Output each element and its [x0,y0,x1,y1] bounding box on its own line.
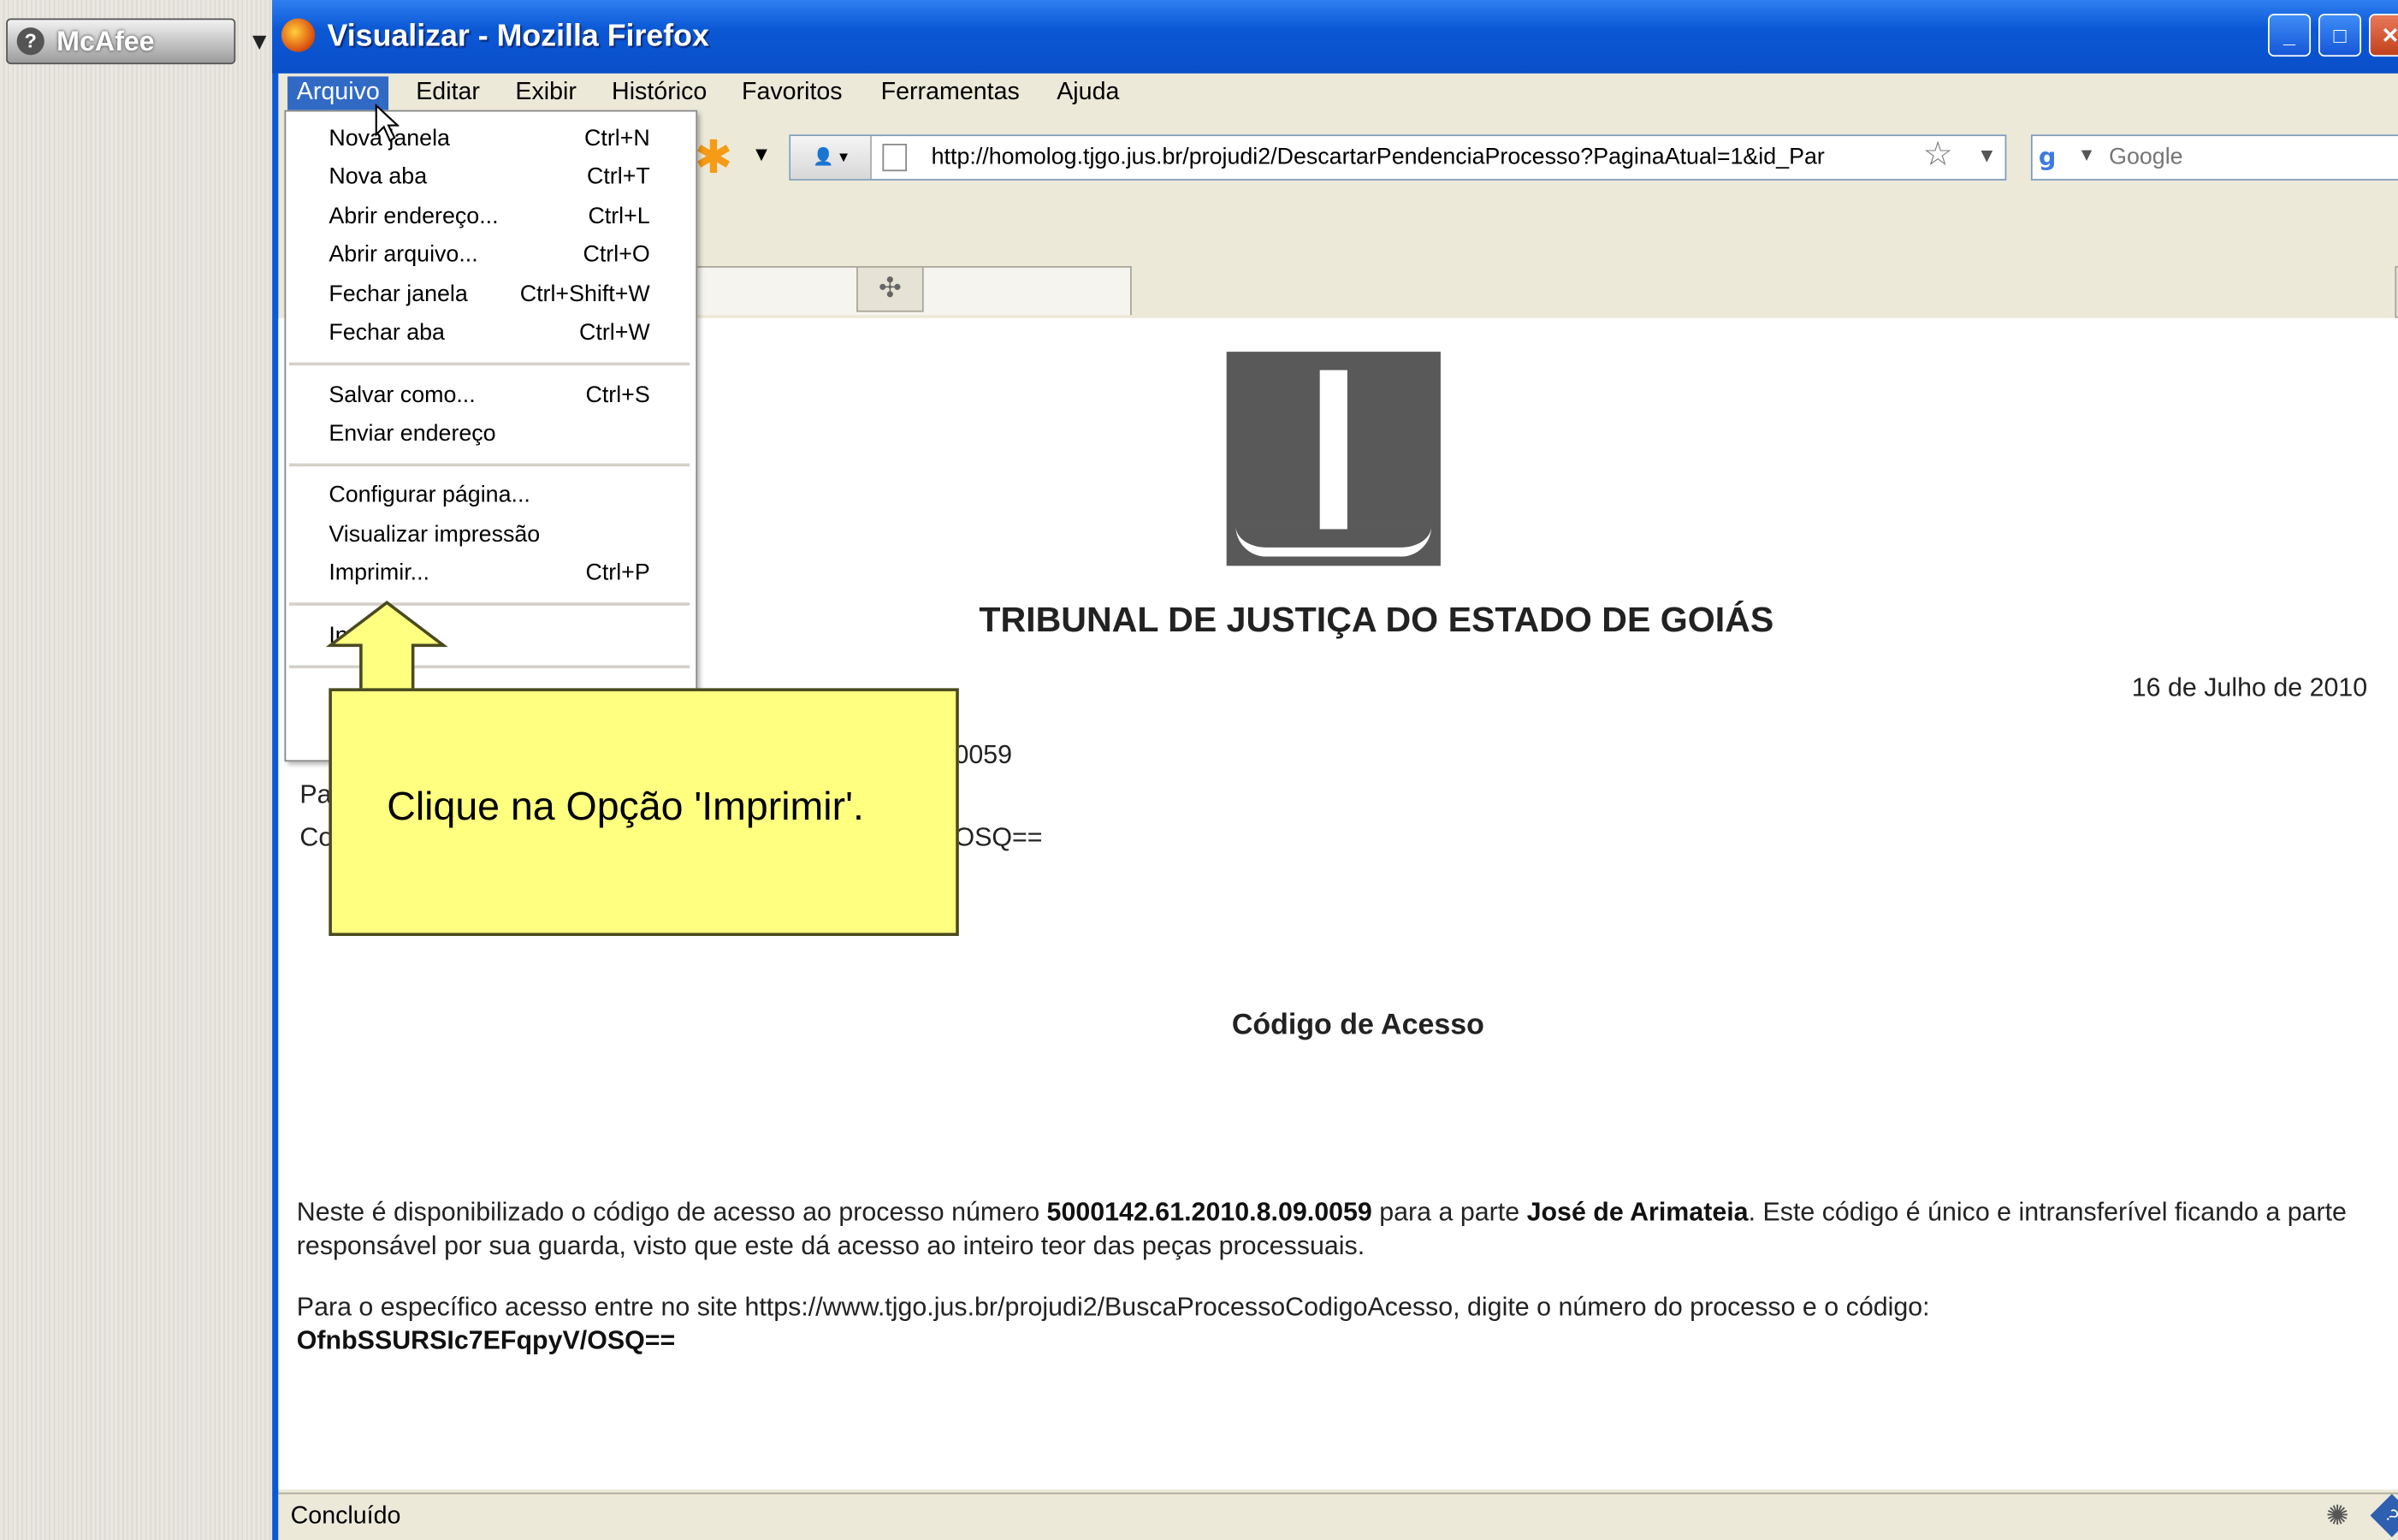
url-text[interactable]: http://homolog.tjgo.jus.br/projudi2/Desc… [932,144,1910,169]
chevron-down-icon[interactable]: ▼ [2081,148,2092,163]
menu-item-visualizar-impressao[interactable]: Visualizar impressão [286,517,696,554]
menu-item-label: Fechar aba [329,319,445,346]
menu-item-imprimir[interactable]: Imprimir... Ctrl+P [286,555,696,592]
menu-item-shortcut: Ctrl+S [585,382,650,409]
search-box[interactable]: g ▼ ⌕ [2030,134,2398,181]
access-code: OfnbSSURSIc7EFqpyV/OSQ== [296,1325,676,1355]
menu-editar[interactable]: Editar [407,76,489,110]
status-text: Concluído [290,1503,401,1530]
google-icon[interactable]: g [2039,142,2075,173]
chevron-down-icon[interactable]: ▼ [755,147,767,164]
menu-item-label: Imprimir... [329,560,430,586]
label-partial: Pa [299,779,332,809]
menu-item-nova-janela[interactable]: Nova janela Ctrl+N [286,121,696,157]
text: para a parte [1371,1197,1527,1227]
menu-arquivo[interactable]: Arquivo [287,76,389,110]
text: Para o específico acesso entre no site h… [296,1292,1930,1322]
title-bar[interactable]: Visualizar - Mozilla Firefox _ □ ✕ [272,0,2398,74]
maximize-button[interactable]: □ [2318,14,2362,57]
page-icon [882,144,908,172]
section-title: Código de Acesso [1231,1009,1484,1042]
document-date: 16 de Julho de 2010 [2131,672,2368,702]
menu-item-fechar-janela[interactable]: Fechar janela Ctrl+Shift+W [286,277,696,314]
menu-item-label: Configurar página... [329,482,530,508]
menu-item-abrir-endereco[interactable]: Abrir endereço... Ctrl+L [286,198,696,235]
bug-icon[interactable]: ✺ [2326,1501,2349,1533]
menu-bar: Arquivo Editar Exibir Histórico Favorito… [278,74,2398,110]
firefox-icon [281,18,316,52]
menu-item-shortcut: Ctrl+N [584,125,650,151]
minimize-button[interactable]: _ [2268,14,2312,57]
menu-separator [288,362,690,366]
menu-historico[interactable]: Histórico [602,76,716,110]
url-bar[interactable]: 👤 ▾ http://homolog.tjgo.jus.br/projudi2/… [789,134,2007,181]
mcafee-toolbar-button[interactable]: ? McAfee [6,18,236,65]
party-name: José de Arimateia [1526,1197,1749,1227]
chevron-down-icon[interactable]: ▼ [1981,148,1992,165]
tab-scroll-button[interactable] [2395,266,2398,318]
menu-ferramentas[interactable]: Ferramentas [872,76,1029,110]
court-logo [1226,352,1441,566]
menu-item-shortcut: Ctrl+W [579,319,650,346]
menu-item-shortcut: Ctrl+L [588,203,650,230]
mcafee-label: McAfee [56,25,155,56]
menu-item-shortcut: Ctrl+O [583,241,650,268]
logo-base [1235,526,1432,557]
menu-item-enviar-endereco[interactable]: Enviar endereço [286,416,696,453]
menu-item-label: Nova aba [329,163,428,190]
bookmark-star-icon[interactable]: ✱ [695,132,733,186]
menu-item-label: Abrir endereço... [329,203,499,230]
menu-item-configurar-pagina[interactable]: Configurar página... [286,477,696,514]
diamond-icon[interactable]: ? [2370,1494,2398,1537]
menu-item-label: Abrir arquivo... [329,241,478,268]
process-number-partial: 0059 [954,740,1013,770]
instructions-paragraph: Para o específico acesso entre no site h… [297,1291,2377,1359]
menu-exibir[interactable]: Exibir [506,76,586,110]
chevron-down-icon[interactable]: ▼ [252,31,267,52]
menu-separator [288,463,690,467]
screen: ? McAfee ▼ Visualizar - Mozilla Firefox … [0,0,2398,1540]
callout-text: Clique na Opção 'Imprimir'. [387,783,864,829]
menu-item-shortcut: Ctrl+Shift+W [519,281,650,308]
menu-ajuda[interactable]: Ajuda [1048,76,1129,110]
help-icon: ? [16,27,44,56]
window-title: Visualizar - Mozilla Firefox [327,20,709,54]
status-bar: Concluído ✺ ? [278,1492,2398,1540]
menu-item-label: Fechar janela [329,281,468,308]
callout-arrow [325,601,448,696]
menu-item-fechar-aba[interactable]: Fechar aba Ctrl+W [286,315,696,352]
process-number: 5000142.61.2010.8.09.0059 [1046,1197,1372,1227]
menu-item-label: Enviar endereço [329,420,496,447]
logo-pillar [1319,370,1347,530]
access-paragraph: Neste é disponibilizado o código de aces… [297,1196,2377,1264]
menu-favoritos[interactable]: Favoritos [732,76,851,110]
mouse-cursor-icon [375,104,400,143]
text: Neste é disponibilizado o código de aces… [296,1197,1047,1227]
search-input[interactable] [2105,142,2372,172]
menu-item-shortcut: Ctrl+P [585,560,650,586]
desktop-background: ? McAfee ▼ [0,0,273,1540]
menu-item-nova-aba[interactable]: Nova aba Ctrl+T [286,159,696,196]
star-icon[interactable]: ☆ [1922,136,1952,175]
menu-item-label: Salvar como... [329,382,476,409]
menu-item-salvar-como[interactable]: Salvar como... Ctrl+S [286,378,696,415]
site-identity-button[interactable]: 👤 ▾ [790,136,872,180]
menu-item-label: Visualizar impressão [329,521,541,548]
menu-item-shortcut: Ctrl+T [586,163,650,190]
tutorial-callout: Clique na Opção 'Imprimir'. [329,688,959,936]
menu-item-abrir-arquivo[interactable]: Abrir arquivo... Ctrl+O [286,237,696,274]
new-tab-button[interactable]: ✣ [856,266,924,312]
close-button[interactable]: ✕ [2368,14,2398,57]
access-code-partial: OSQ== [954,822,1043,852]
